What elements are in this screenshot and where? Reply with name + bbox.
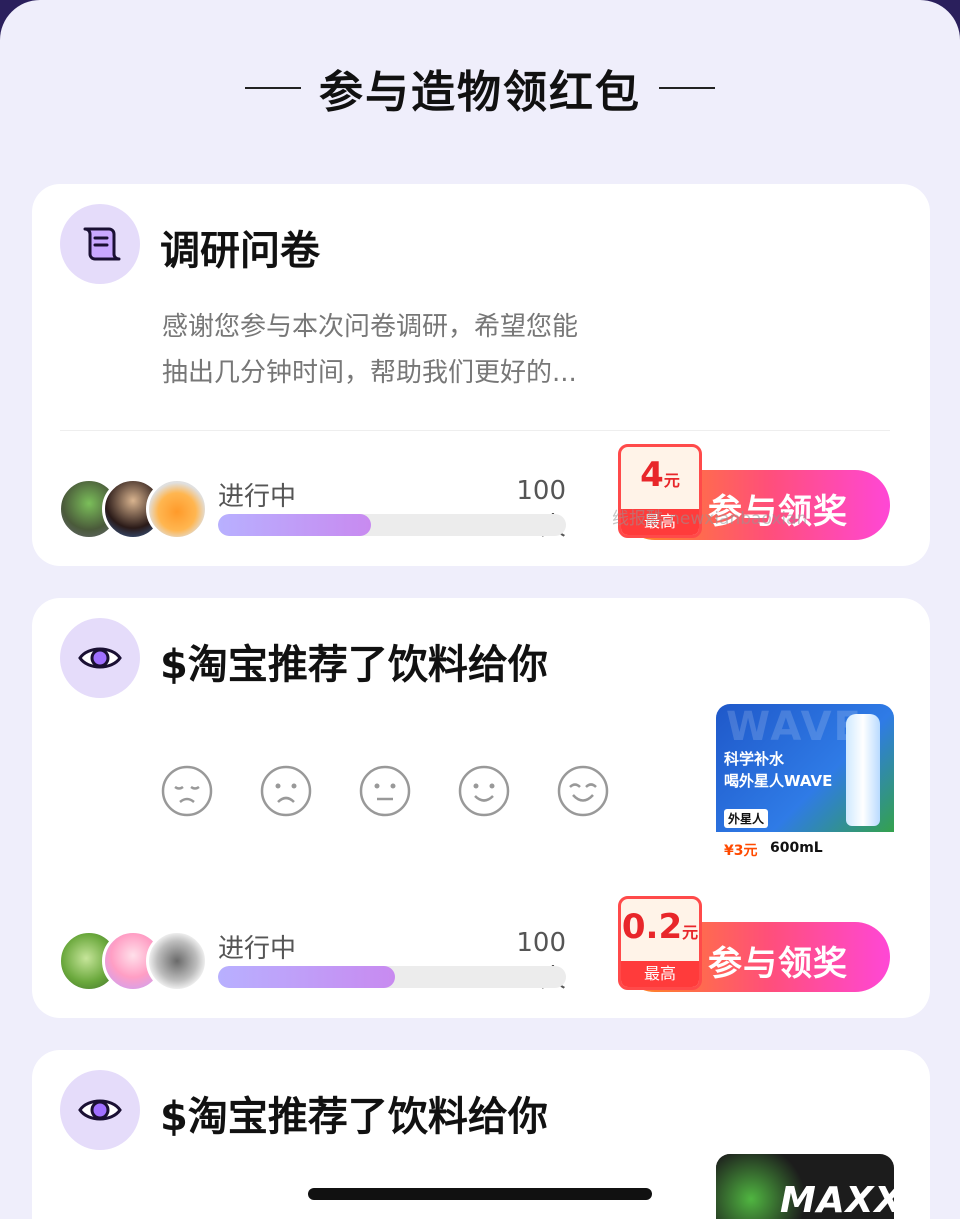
eye-icon (60, 618, 140, 698)
promo-info-strip: ¥3元 600mL (716, 832, 894, 864)
divider (60, 430, 890, 431)
watermark-text: 线报酷-newxianbaoxian (612, 509, 808, 529)
progress-bar (218, 514, 566, 536)
card-title: 调研问卷 (160, 228, 320, 274)
participant-avatars (58, 930, 218, 992)
reward-amount: 4元 (640, 455, 680, 495)
reward-max-label: 最高 (621, 961, 699, 987)
reward-amount: 0.2元 (621, 907, 699, 947)
product-volume: 600mL (770, 840, 823, 856)
product-price: ¥3元 (724, 843, 758, 859)
promo-headline: 科学补水 (724, 750, 785, 768)
sad-face-icon[interactable] (259, 764, 313, 818)
reward-badge: 0.2元 最高 (618, 896, 702, 990)
header-right-rule (659, 87, 715, 89)
section-header: 参与造物领红包 (0, 58, 960, 118)
progress-bar (218, 966, 566, 988)
home-indicator[interactable] (308, 1188, 652, 1200)
promo-brand: MAXX (780, 1180, 894, 1219)
task-sheet: 参与造物领红包 调研问卷 感谢您参与本次问卷调研，希望您能 抽出几分钟时间，帮助… (0, 0, 960, 1219)
rating-faces (160, 764, 610, 820)
very-sad-face-icon[interactable] (160, 764, 214, 818)
avatar (146, 478, 208, 540)
card-title: $淘宝推荐了饮料给你 (160, 642, 548, 688)
avatar (146, 930, 208, 992)
page-title: 参与造物领红包 (319, 67, 641, 118)
description-line: 感谢您参与本次问卷调研，希望您能 (162, 312, 579, 342)
status-label: 进行中 (218, 934, 297, 964)
brand-label: 外星人 (724, 809, 769, 828)
product-promo-image[interactable]: MAXX (716, 1154, 894, 1219)
scroll-icon (60, 204, 140, 284)
participant-avatars (58, 478, 218, 540)
status-label: 进行中 (218, 482, 297, 512)
description-line: 抽出几分钟时间，帮助我们更好的... (162, 358, 577, 388)
happy-face-icon[interactable] (556, 764, 610, 818)
card-description: 感谢您参与本次问卷调研，希望您能 抽出几分钟时间，帮助我们更好的... (162, 304, 642, 396)
eye-icon (60, 1070, 140, 1150)
smile-face-icon[interactable] (457, 764, 511, 818)
product-promo-image[interactable]: WAVE 科学补水 喝外星人WAVE 外星人 ¥3元 600mL (716, 704, 894, 864)
header-left-rule (245, 87, 301, 89)
claim-reward-label: 参与领奖 (708, 944, 848, 984)
card-footer: 进行中 100人 0.2元 最高 参与领奖 (58, 896, 890, 996)
progress-fill (218, 514, 372, 536)
card-title: $淘宝推荐了饮料给你 (160, 1094, 548, 1140)
progress-fill (218, 966, 396, 988)
neutral-face-icon[interactable] (358, 764, 412, 818)
promo-subheadline: 喝外星人WAVE (724, 772, 833, 790)
water-bottle-image (846, 714, 880, 826)
claim-reward-button[interactable]: 0.2元 最高 参与领奖 (618, 896, 890, 992)
product-feedback-card[interactable]: $淘宝推荐了饮料给你 WAVE 科学补水 喝外星人WAVE 外星人 ¥3元 60… (32, 598, 930, 1018)
promo-watermark: WAVE (726, 704, 863, 750)
promo-banner: WAVE 科学补水 喝外星人WAVE 外星人 (716, 704, 894, 832)
